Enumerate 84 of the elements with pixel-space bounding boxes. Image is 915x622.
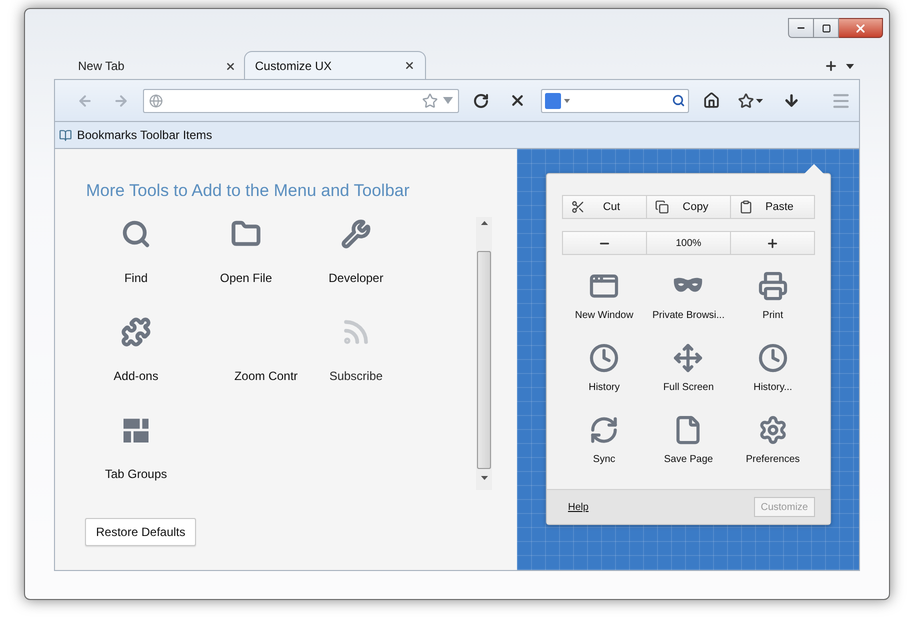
tool-label: Subscribe bbox=[329, 368, 383, 385]
tool-item[interactable]: Developer bbox=[306, 217, 406, 315]
menu-item[interactable]: Private Browsi... bbox=[646, 267, 731, 339]
restore-defaults-button[interactable]: Restore Defaults bbox=[85, 518, 196, 546]
tool-label: Zoom Contr bbox=[234, 368, 298, 385]
clock-icon bbox=[588, 343, 620, 373]
menu-item-label: Save Page bbox=[664, 453, 713, 467]
browser-tab[interactable]: Customize UX bbox=[244, 51, 426, 79]
menu-item[interactable]: Preferences bbox=[730, 411, 815, 483]
tool-label: Open File bbox=[220, 270, 272, 287]
dropdown-icon[interactable] bbox=[443, 97, 453, 104]
menu-item-label: Private Browsi... bbox=[652, 309, 725, 323]
clock-icon bbox=[756, 343, 789, 373]
menu-item[interactable]: Full Screen bbox=[646, 339, 731, 411]
close-tab-icon[interactable] bbox=[225, 60, 236, 72]
tool-label: Tab Groups bbox=[104, 466, 168, 483]
menu-item[interactable]: Save Page bbox=[646, 411, 731, 483]
zoom-reset-button[interactable]: 100% bbox=[646, 231, 731, 255]
home-icon[interactable] bbox=[703, 92, 720, 109]
tab-title: New Tab bbox=[78, 58, 124, 75]
move-icon bbox=[672, 343, 704, 373]
menu-item[interactable]: History... bbox=[730, 339, 815, 411]
bookmarks-icon bbox=[59, 128, 72, 142]
palette-title: More Tools to Add to the Menu and Toolbar bbox=[86, 180, 410, 202]
clipboard-icon bbox=[739, 200, 753, 214]
scroll-up-icon[interactable] bbox=[480, 221, 488, 225]
scrollbar[interactable] bbox=[476, 217, 492, 490]
rss-icon bbox=[341, 317, 371, 347]
help-link[interactable]: Help bbox=[568, 500, 589, 514]
star-icon[interactable] bbox=[422, 92, 438, 108]
new-tab-icon[interactable] bbox=[824, 59, 838, 73]
tool-item[interactable]: Open File bbox=[196, 217, 296, 315]
close-tab-icon[interactable] bbox=[404, 60, 415, 71]
printer-icon bbox=[756, 271, 789, 301]
stop-icon[interactable] bbox=[509, 92, 526, 109]
tool-item[interactable]: Zoom Contr bbox=[196, 315, 296, 413]
url-field[interactable] bbox=[143, 88, 459, 112]
menu-item-label: Full Screen bbox=[663, 381, 714, 395]
edit-button[interactable]: Cut bbox=[562, 195, 647, 219]
tool-item[interactable]: Add-ons bbox=[86, 315, 186, 413]
maximize-button[interactable] bbox=[814, 18, 839, 38]
tool-item[interactable]: Find bbox=[86, 217, 186, 315]
scroll-thumb[interactable] bbox=[477, 251, 491, 469]
menu-item-label: History... bbox=[753, 381, 792, 395]
copy-icon bbox=[655, 200, 669, 214]
menu-item-label: Print bbox=[762, 309, 784, 323]
folder-icon bbox=[231, 219, 261, 249]
search-icon bbox=[121, 219, 151, 249]
search-field[interactable] bbox=[541, 88, 689, 112]
menu-item-label: New Window bbox=[574, 309, 634, 323]
menu-item-label: Preferences bbox=[746, 453, 800, 467]
search-engine-icon[interactable] bbox=[545, 92, 561, 108]
dropdown-icon bbox=[756, 98, 763, 102]
scroll-down-icon[interactable] bbox=[480, 476, 488, 480]
puzzle-icon bbox=[121, 317, 151, 347]
menu-item[interactable]: Print bbox=[730, 267, 815, 339]
globe-icon bbox=[149, 94, 163, 108]
close-button[interactable] bbox=[839, 18, 883, 38]
tool-label: Developer bbox=[328, 270, 384, 287]
scissors-icon bbox=[571, 200, 585, 214]
reload-icon[interactable] bbox=[473, 92, 489, 108]
wrench-icon bbox=[341, 219, 371, 249]
menu-item-label: Sync bbox=[593, 453, 616, 467]
bookmark-star-icon bbox=[738, 92, 754, 108]
edit-button[interactable]: Paste bbox=[730, 195, 815, 219]
tab-list-icon[interactable] bbox=[846, 64, 854, 68]
download-icon[interactable] bbox=[783, 92, 800, 109]
tool-label: Find bbox=[124, 270, 148, 287]
tool-item[interactable]: Tab Groups bbox=[86, 413, 186, 511]
menu-item-label: History bbox=[588, 381, 620, 395]
close-icon bbox=[854, 22, 867, 34]
plus-icon bbox=[766, 236, 779, 250]
dropdown-icon[interactable] bbox=[564, 98, 570, 102]
menu-item[interactable]: Sync bbox=[562, 411, 646, 483]
edit-button[interactable]: Copy bbox=[646, 195, 731, 219]
menu-item[interactable]: New Window bbox=[562, 267, 646, 339]
search-icon[interactable] bbox=[672, 94, 685, 107]
maximize-icon bbox=[822, 24, 830, 32]
browser-tab[interactable]: New Tab bbox=[54, 53, 244, 79]
bookmarks-menu-button[interactable] bbox=[738, 92, 763, 108]
bookmarks-toolbar-label: Bookmarks Toolbar Items bbox=[77, 127, 212, 144]
menu-item[interactable]: History bbox=[562, 339, 646, 411]
tab-title: Customize UX bbox=[255, 58, 332, 74]
tool-label: Add-ons bbox=[114, 368, 158, 385]
